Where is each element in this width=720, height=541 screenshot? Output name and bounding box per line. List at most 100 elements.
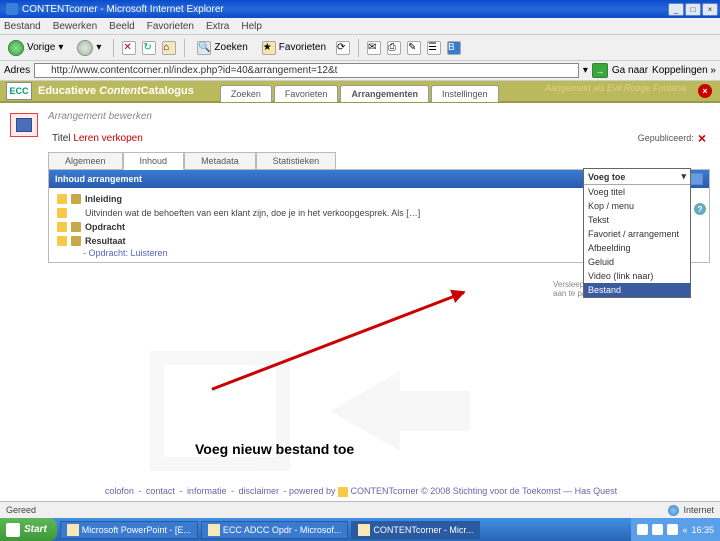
- published-label: Gepubliceerd:: [638, 133, 694, 143]
- chevron-down-icon: ▾: [58, 42, 63, 53]
- pencil-icon: [57, 222, 67, 232]
- menu-bestand[interactable]: Bestand: [4, 21, 41, 32]
- folder-icon: [71, 236, 81, 246]
- subtab-panel: Inhoud arrangement Inleiding Uitvinde: [48, 169, 710, 263]
- subtab-inhoud[interactable]: Inhoud: [123, 152, 185, 170]
- side-icon[interactable]: [10, 113, 38, 137]
- windows-flag-icon: [6, 523, 20, 537]
- page-subhead: Arrangement bewerken: [48, 109, 710, 128]
- minimize-button[interactable]: _: [668, 3, 684, 16]
- subtab-statistieken[interactable]: Statistieken: [256, 152, 337, 170]
- nav-tabs: Zoeken Favorieten Arrangementen Instelli…: [220, 81, 499, 102]
- task-item-powerpoint[interactable]: Microsoft PowerPoint - [E...: [60, 521, 198, 539]
- tab-instellingen[interactable]: Instellingen: [431, 85, 499, 102]
- dd-item-afbeelding[interactable]: Afbeelding: [584, 241, 690, 255]
- footer: colofon - contact - informatie - disclai…: [0, 482, 720, 501]
- ie-icon: [358, 524, 370, 536]
- footer-disclaimer[interactable]: disclaimer: [238, 486, 279, 496]
- separator: [184, 39, 185, 57]
- menu-bewerken[interactable]: Bewerken: [53, 21, 97, 32]
- separator: [358, 39, 359, 57]
- stop-icon[interactable]: ✕: [122, 41, 136, 55]
- tab-favorieten[interactable]: Favorieten: [274, 85, 339, 102]
- separator: [113, 39, 114, 57]
- footer-informatie[interactable]: informatie: [187, 486, 227, 496]
- footer-copy: © 2008 Stichting voor de Toekomst — Has …: [421, 486, 617, 496]
- panel-icon[interactable]: [689, 173, 703, 185]
- go-label: Ga naar: [612, 65, 648, 76]
- search-button[interactable]: 🔍 Zoeken: [193, 39, 251, 57]
- address-input[interactable]: http://www.contentcorner.nl/index.php?id…: [34, 63, 579, 78]
- home-icon[interactable]: ⌂: [162, 41, 176, 55]
- chevron-down-icon: ▾: [96, 42, 101, 53]
- title-value: Leren verkopen: [73, 133, 143, 144]
- dd-item-bestand[interactable]: Bestand: [584, 283, 690, 297]
- main-panel: Arrangement bewerken Titel Leren verkope…: [48, 109, 710, 263]
- print-icon[interactable]: ⎙: [387, 41, 401, 55]
- title-bar: CONTENTcorner - Microsoft Internet Explo…: [0, 0, 720, 18]
- task-item-word[interactable]: ECC ADCC Opdr - Microsof...: [201, 521, 349, 539]
- globe-icon: [668, 505, 679, 516]
- dropdown-header[interactable]: Voeg toe ▾: [584, 169, 690, 185]
- discuss-icon[interactable]: ☰: [427, 41, 441, 55]
- forward-icon: [77, 40, 93, 56]
- dd-item-kop[interactable]: Kop / menu: [584, 199, 690, 213]
- pencil-icon: [57, 194, 67, 204]
- dd-item-geluid[interactable]: Geluid: [584, 255, 690, 269]
- menu-bar: Bestand Bewerken Beeld Favorieten Extra …: [0, 18, 720, 35]
- dd-item-video[interactable]: Video (link naar): [584, 269, 690, 283]
- footer-colofon[interactable]: colofon: [105, 486, 134, 496]
- edit-icon[interactable]: ✎: [407, 41, 421, 55]
- menu-tools[interactable]: Extra: [206, 21, 229, 32]
- menu-favorieten[interactable]: Favorieten: [147, 21, 194, 32]
- clock: 16:35: [691, 525, 714, 535]
- app-header: ECC Educatieve ContentCatalogus Zoeken F…: [0, 81, 720, 103]
- title-row: Titel Leren verkopen Gepubliceerd: ×: [48, 128, 710, 148]
- user-info: Aangemeld als Evil Rooge Fontana: [545, 83, 686, 93]
- tray-icon[interactable]: [652, 524, 663, 535]
- links-button[interactable]: Koppelingen »: [652, 65, 716, 76]
- close-button[interactable]: ×: [702, 3, 718, 16]
- favorites-button[interactable]: ★ Favorieten: [258, 39, 330, 57]
- footer-contact[interactable]: contact: [146, 486, 175, 496]
- dd-item-favoriet[interactable]: Favoriet / arrangement: [584, 227, 690, 241]
- address-bar: Adres http://www.contentcorner.nl/index.…: [0, 61, 720, 81]
- folder-icon: [71, 194, 81, 204]
- status-gereed: Gereed: [6, 505, 36, 515]
- published-group: Gepubliceerd: ×: [638, 130, 706, 146]
- task-item-ie[interactable]: CONTENTcorner - Micr...: [351, 521, 480, 539]
- footer-ct: CONTENTcorner: [351, 486, 419, 496]
- tab-zoeken[interactable]: Zoeken: [220, 85, 272, 102]
- maximize-button[interactable]: □: [685, 3, 701, 16]
- logout-button[interactable]: ×: [698, 84, 712, 98]
- tray-icon[interactable]: [667, 524, 678, 535]
- pencil-icon: [57, 236, 67, 246]
- menu-beeld[interactable]: Beeld: [109, 21, 135, 32]
- chevron-left-icon[interactable]: «: [682, 525, 687, 535]
- refresh-icon[interactable]: ↻: [142, 41, 156, 55]
- pencil-icon: [57, 208, 67, 218]
- tray-icon[interactable]: [637, 524, 648, 535]
- go-button[interactable]: →: [592, 63, 608, 78]
- system-tray: « 16:35: [631, 518, 720, 541]
- taskbar: Start Microsoft PowerPoint - [E... ECC A…: [0, 518, 720, 541]
- bluetooth-icon[interactable]: B: [447, 41, 461, 55]
- dd-item-tekst[interactable]: Tekst: [584, 213, 690, 227]
- mail-icon[interactable]: ✉: [367, 41, 381, 55]
- subtab-algemeen[interactable]: Algemeen: [48, 152, 123, 170]
- subtab-metadata[interactable]: Metadata: [184, 152, 256, 170]
- page-body: Arrangement bewerken Titel Leren verkope…: [0, 103, 720, 269]
- menu-help[interactable]: Help: [241, 21, 262, 32]
- dd-item-voegtitel[interactable]: Voeg titel: [584, 185, 690, 199]
- history-icon[interactable]: ⟳: [336, 41, 350, 55]
- tab-arrangementen[interactable]: Arrangementen: [340, 85, 429, 102]
- chevron-down-icon[interactable]: ▾: [583, 65, 588, 76]
- forward-button[interactable]: ▾: [73, 38, 105, 58]
- status-internet: Internet: [683, 505, 714, 515]
- start-button[interactable]: Start: [0, 518, 57, 541]
- watermark: [110, 331, 550, 501]
- unpublish-button[interactable]: ×: [698, 130, 706, 146]
- back-button[interactable]: Vorige ▾: [4, 38, 67, 58]
- status-bar: Gereed Internet: [0, 501, 720, 518]
- app-title: Educatieve ContentCatalogus: [38, 85, 194, 97]
